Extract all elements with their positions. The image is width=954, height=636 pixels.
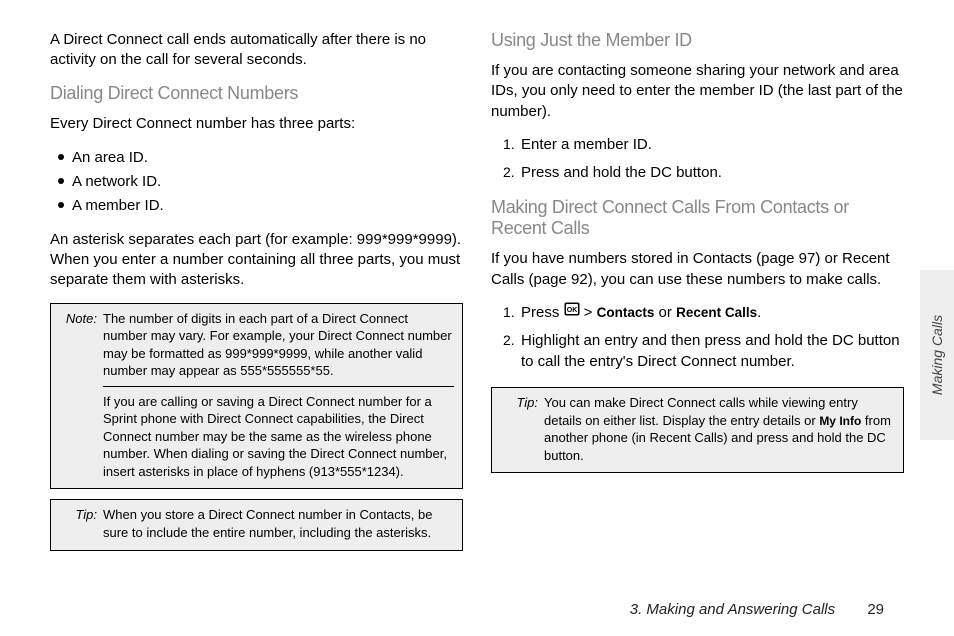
list-item: A network ID. [58,170,463,194]
tip-label: Tip: [500,394,538,464]
dc-parts-list: An area ID. A network ID. A member ID. [58,146,463,218]
tip-text: When you store a Direct Connect number i… [103,506,454,541]
member-id-paragraph: If you are contacting someone sharing yo… [491,61,904,122]
tip-box-right: Tip: You can make Direct Connect calls w… [491,387,904,473]
step-text-or: or [654,304,676,321]
step-text-press: Press [521,304,564,321]
tip-box-left: Tip: When you store a Direct Connect num… [50,499,463,550]
heading-dialing-dc-numbers: Dialing Direct Connect Numbers [50,83,463,104]
contacts-paragraph: If you have numbers stored in Contacts (… [491,249,904,290]
footer-page-number: 29 [867,601,884,618]
footer-section: 3. Making and Answering Calls [630,601,835,618]
dc-parts-intro: Every Direct Connect number has three pa… [50,114,463,134]
list-item: Enter a member ID. [503,134,904,156]
member-id-steps: Enter a member ID. Press and hold the DC… [503,134,904,184]
ok-key-icon: OK [564,301,580,323]
tip-label: Tip: [59,506,97,541]
contacts-steps: Press OK > Contacts or Recent Calls. Hig… [503,302,904,373]
intro-paragraph: A Direct Connect call ends automatically… [50,30,463,71]
right-column: Using Just the Member ID If you are cont… [491,30,904,561]
note-text-2: If you are calling or saving a Direct Co… [103,393,454,481]
tip-text-pre: You can make Direct Connect calls while … [544,395,858,428]
list-item: Highlight an entry and then press and ho… [503,330,904,374]
step-text-period: . [757,304,761,321]
section-tab-label: Making Calls [929,315,945,395]
section-tab: Making Calls [920,270,954,440]
recent-calls-bold: Recent Calls [676,305,757,320]
list-item: An area ID. [58,146,463,170]
note-text-1: The number of digits in each part of a D… [103,310,454,380]
contacts-bold: Contacts [597,305,655,320]
note-divider [103,386,454,387]
list-item: A member ID. [58,194,463,218]
list-item: Press OK > Contacts or Recent Calls. [503,302,904,324]
heading-dc-from-contacts: Making Direct Connect Calls From Contact… [491,197,904,239]
page-footer: 3. Making and Answering Calls 29 [630,601,884,618]
svg-text:OK: OK [566,307,577,314]
asterisk-paragraph: An asterisk separates each part (for exa… [50,230,463,291]
note-box: Note: The number of digits in each part … [50,303,463,490]
my-info-bold: My Info [819,414,861,428]
left-column: A Direct Connect call ends automatically… [50,30,463,561]
list-item: Press and hold the DC button. [503,162,904,184]
tip-text: You can make Direct Connect calls while … [544,394,895,464]
heading-member-id: Using Just the Member ID [491,30,904,51]
note-label: Note: [59,310,97,380]
step-text-gt: > [580,304,597,321]
